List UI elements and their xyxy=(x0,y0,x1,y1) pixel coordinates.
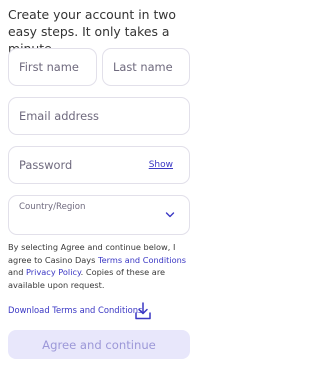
first-name-field[interactable]: First name xyxy=(8,48,97,86)
email-placeholder: Email address xyxy=(19,109,99,123)
privacy-link[interactable]: Privacy Policy xyxy=(26,267,81,277)
password-field[interactable]: Password Show xyxy=(8,146,190,184)
password-placeholder: Password xyxy=(19,158,73,172)
email-field[interactable]: Email address xyxy=(8,97,190,135)
country-select[interactable]: Country/Region xyxy=(8,195,190,235)
last-name-placeholder: Last name xyxy=(113,60,173,74)
last-name-field[interactable]: Last name xyxy=(102,48,190,86)
download-icon[interactable] xyxy=(134,301,152,321)
first-name-placeholder: First name xyxy=(19,60,79,74)
country-label: Country/Region xyxy=(19,202,86,212)
consent-text-2: and xyxy=(8,267,27,278)
terms-link[interactable]: Terms and Conditions xyxy=(98,255,186,265)
download-terms-label: Download Terms and Conditions xyxy=(8,305,143,315)
consent-text: By selecting Agree and continue below, I… xyxy=(8,241,194,291)
download-terms-link[interactable]: Download Terms and Conditions xyxy=(8,301,194,321)
agree-and-continue-button[interactable]: Agree and continue xyxy=(8,330,190,359)
show-password-link[interactable]: Show xyxy=(149,160,173,170)
chevron-down-icon xyxy=(165,212,175,218)
